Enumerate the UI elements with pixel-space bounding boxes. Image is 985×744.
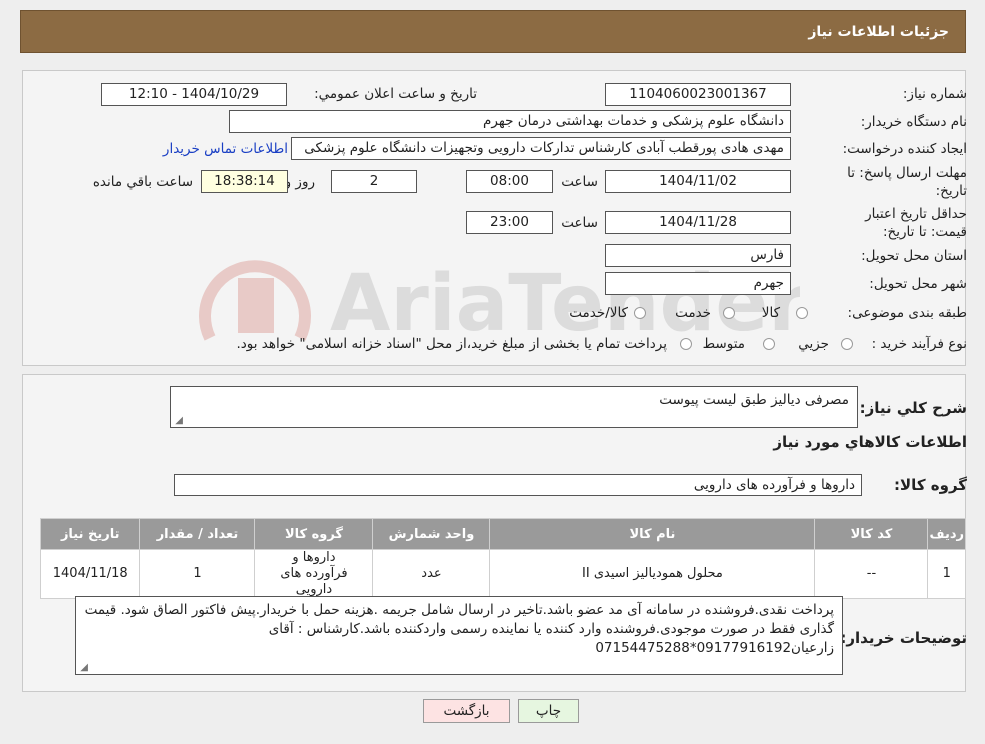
resize-grip-icon: ◢ — [175, 415, 183, 426]
creator-field: مهدی هادی پورقطب آبادی کارشناس تدارکات د… — [291, 137, 791, 160]
process-label: نوع فرآیند خرید : — [871, 336, 967, 352]
category-option-goods: کالا — [761, 305, 780, 321]
page-header: جزئیات اطلاعات نیاز — [20, 10, 966, 53]
province-label: استان محل تحویل: — [861, 248, 967, 264]
need-number-label: شماره نیاز: — [902, 86, 967, 102]
table-header-row: ردیف كد كالا نام كالا واحد شمارش گروه كا… — [39, 518, 966, 550]
process-note: پرداخت تمام یا بخشی از مبلغ خرید،از محل … — [236, 336, 667, 352]
days-field: 2 — [331, 170, 417, 193]
buyer-notes-field: پرداخت نقدی.فروشنده در سامانه آی مد عضو … — [75, 596, 843, 675]
remaining-time-field: 18:38:14 — [201, 170, 288, 193]
buyer-org-field: دانشگاه علوم پزشکی و خدمات بهداشتی درمان… — [229, 110, 791, 133]
buyer-contact-link[interactable]: اطلاعات تماس خریدار — [163, 141, 288, 157]
page-title: جزئیات اطلاعات نیاز — [808, 23, 949, 40]
col-need-date: تاریخ نیاز — [39, 518, 141, 550]
items-table: ردیف كد كالا نام كالا واحد شمارش گروه كا… — [39, 518, 966, 599]
city-label: شهر محل تحویل: — [869, 276, 967, 292]
cell-goods-code: -- — [814, 549, 929, 599]
announce-field: 1404/10/29 - 12:10 — [101, 83, 287, 106]
goods-group-field: داروها و فرآورده های دارویی — [174, 474, 862, 496]
deadline-time-field: 08:00 — [466, 170, 553, 193]
announce-label: تاریخ و ساعت اعلان عمومي: — [314, 86, 477, 102]
cell-goods-name: محلول همودیالیز اسیدی II — [489, 549, 816, 599]
back-button[interactable]: بازگشت — [423, 699, 510, 723]
col-unit: واحد شمارش — [372, 518, 491, 550]
print-button[interactable]: چاپ — [518, 699, 579, 723]
city-field: جهرم — [605, 272, 791, 295]
validity-time-label: ساعت — [561, 215, 598, 231]
process-option-minor: جزیي — [798, 336, 829, 352]
col-goods-group: گروه كالا — [254, 518, 374, 550]
category-radio-goods-service[interactable] — [634, 307, 646, 319]
deadline-time-label: ساعت — [561, 174, 598, 190]
description-label: شرح كلي نیاز: — [859, 399, 967, 417]
col-row-number: ردیف — [927, 518, 966, 550]
process-radio-minor[interactable] — [841, 338, 853, 350]
cell-goods-group: داروها و فرآورده های دارویی — [254, 549, 374, 599]
validity-time-field: 23:00 — [466, 211, 553, 234]
col-quantity: تعداد / مقدار — [139, 518, 256, 550]
need-number-field: 1104060023001367 — [605, 83, 791, 106]
cell-row-number: 1 — [927, 549, 966, 599]
category-option-service: خدمت — [675, 305, 711, 321]
goods-group-label: گروه كالا: — [894, 476, 967, 494]
cell-need-date: 1404/11/18 — [39, 549, 141, 599]
province-field: فارس — [605, 244, 791, 267]
table-row: 1 -- محلول همودیالیز اسیدی II عدد داروها… — [39, 549, 966, 599]
process-radio-treasury[interactable] — [680, 338, 692, 350]
buyer-notes-text: پرداخت نقدی.فروشنده در سامانه آی مد عضو … — [84, 602, 834, 656]
validity-date-field: 1404/11/28 — [605, 211, 791, 234]
category-option-goods-service: کالا/خدمت — [569, 305, 628, 321]
cell-quantity: 1 — [139, 549, 256, 599]
remaining-label: ساعت باقي مانده — [92, 174, 193, 190]
description-text: مصرفی دیالیز طبق لیست پیوست — [659, 392, 849, 408]
days-label: روز و — [284, 174, 315, 190]
deadline-date-field: 1404/11/02 — [605, 170, 791, 193]
category-radio-goods[interactable] — [796, 307, 808, 319]
creator-label: ایجاد کننده درخواست: — [842, 141, 967, 157]
buyer-notes-label: توضیحات خریدار: — [840, 629, 967, 647]
category-label: طبقه بندی موضوعی: — [847, 305, 967, 321]
cell-unit: عدد — [372, 549, 491, 599]
col-goods-name: نام كالا — [489, 518, 816, 550]
buyer-org-label: نام دستگاه خریدار: — [860, 114, 967, 130]
deadline-label: مهلت ارسال پاسخ: تا تاریخ: — [847, 165, 967, 199]
category-radio-service[interactable] — [723, 307, 735, 319]
process-radio-medium[interactable] — [763, 338, 775, 350]
resize-grip-icon: ◢ — [80, 662, 88, 673]
col-goods-code: كد كالا — [814, 518, 929, 550]
description-field: مصرفی دیالیز طبق لیست پیوست ◢ — [170, 386, 858, 428]
process-option-medium: متوسط — [702, 336, 745, 352]
items-section-title: اطلاعات كالاهاي مورد نیاز — [773, 433, 967, 451]
validity-label: حداقل تاریخ اعتبار قیمت: تا تاریخ: — [865, 206, 967, 240]
